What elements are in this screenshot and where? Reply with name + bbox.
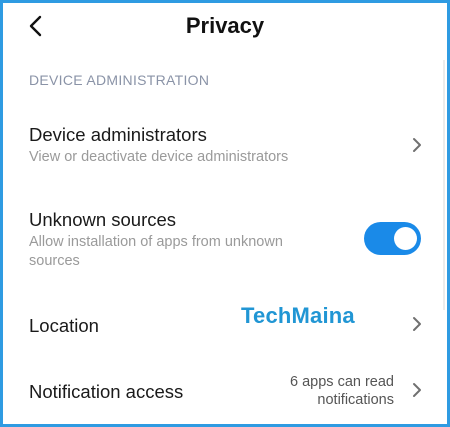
location-row[interactable]: Location [0, 296, 440, 354]
notification-access-title: Notification access [29, 381, 184, 402]
section-header-device-administration: DEVICE ADMINISTRATION [29, 72, 210, 88]
chevron-right-icon [413, 138, 421, 152]
device-administrators-title: Device administrators [29, 124, 207, 145]
unknown-sources-toggle[interactable] [364, 222, 421, 255]
scrollbar[interactable] [443, 60, 445, 310]
notification-access-row[interactable]: Notification access 6 apps can read noti… [0, 362, 440, 422]
watermark-logo: TechMaina [241, 303, 355, 328]
location-title: Location [29, 315, 99, 336]
chevron-right-icon [413, 383, 421, 397]
unknown-sources-subtitle: Allow installation of apps from unknown … [29, 234, 283, 269]
toggle-knob [394, 227, 417, 250]
unknown-sources-title: Unknown sources [29, 209, 177, 230]
app-bar: Privacy [0, 0, 450, 56]
device-administrators-subtitle: View or deactivate device administrators [29, 149, 289, 165]
page-title: Privacy [185, 13, 265, 38]
chevron-right-icon [413, 317, 421, 331]
device-administrators-row[interactable]: Device administrators View or deactivate… [0, 110, 440, 178]
notification-access-value: 6 apps can read notifications [290, 374, 394, 408]
